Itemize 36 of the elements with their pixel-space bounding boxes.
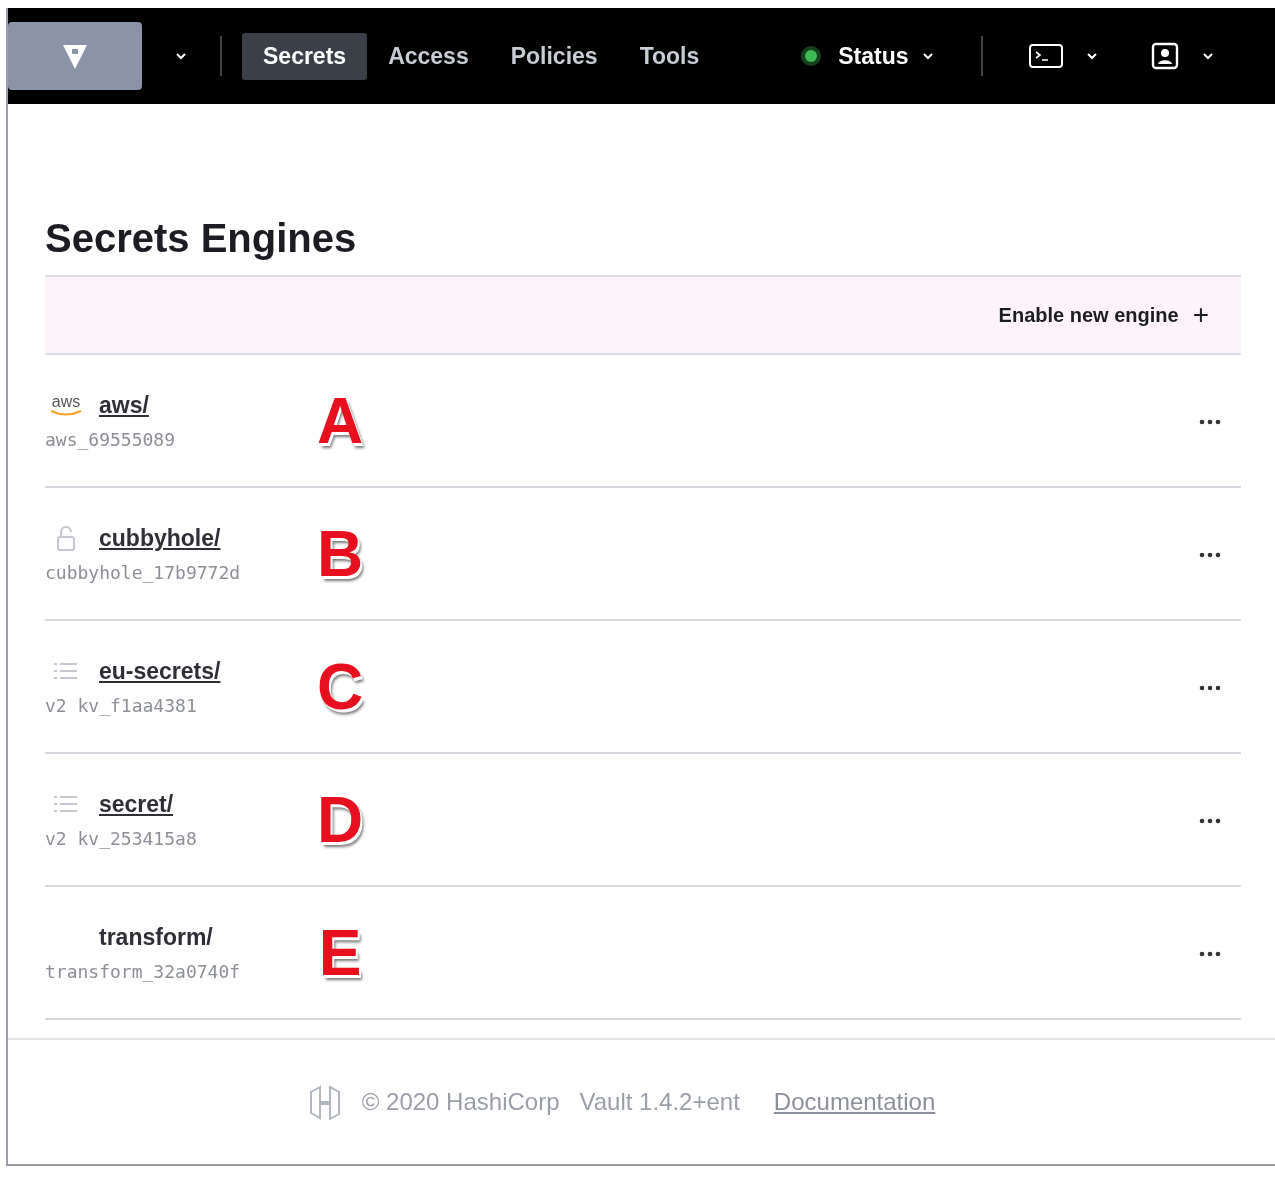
version-text: Vault 1.4.2+ent: [579, 1088, 740, 1116]
engine-accessor: cubbyhole_17b9772d: [45, 562, 242, 583]
engine-path-link[interactable]: aws/: [99, 391, 149, 419]
hexagon-logo-icon: [307, 1084, 342, 1120]
ellipsis-icon: [1199, 685, 1221, 691]
copyright-text: © 2020 HashiCorp: [361, 1088, 560, 1116]
engine-path-link[interactable]: secret/: [99, 790, 174, 818]
ellipsis-icon: [1199, 552, 1221, 558]
enable-engine-button[interactable]: Enable new engine +: [992, 298, 1215, 332]
engine-accessor: v2 kv_f1aa4381: [45, 694, 198, 716]
ellipsis-icon: [1199, 419, 1221, 425]
annotation-letter: D: [315, 782, 365, 857]
annotation-letter: A: [315, 383, 365, 458]
annotation-letter: B: [315, 516, 365, 591]
engine-path-link[interactable]: cubbyhole/: [99, 524, 221, 552]
nav-tab[interactable]: Access: [367, 32, 490, 80]
terminal-icon: [1028, 43, 1063, 69]
annotation-letter: C: [315, 649, 365, 724]
list-icon: [53, 794, 79, 814]
ellipsis-icon: [1199, 951, 1221, 957]
nav-tab[interactable]: Secrets: [242, 32, 368, 80]
engine-path-link[interactable]: eu-secrets/: [99, 657, 221, 685]
nav-tab[interactable]: Policies: [489, 32, 619, 80]
page-title: Secrets Engines: [45, 216, 358, 261]
engine-accessor: aws_69555089: [45, 428, 177, 450]
ellipsis-icon: [1199, 818, 1221, 824]
list-icon: [53, 661, 79, 681]
nav-tab[interactable]: Tools: [618, 32, 721, 80]
status-menu-button[interactable]: Status: [832, 41, 941, 71]
engine-path: transform/: [99, 923, 213, 951]
padlock-icon: [55, 524, 77, 552]
engine-accessor: v2 kv_253415a8: [45, 827, 198, 849]
user-icon: [1150, 42, 1179, 70]
annotation-letter: E: [317, 915, 363, 990]
logo-button[interactable]: [8, 22, 142, 90]
engine-accessor: transform_32a0740f: [45, 960, 242, 982]
